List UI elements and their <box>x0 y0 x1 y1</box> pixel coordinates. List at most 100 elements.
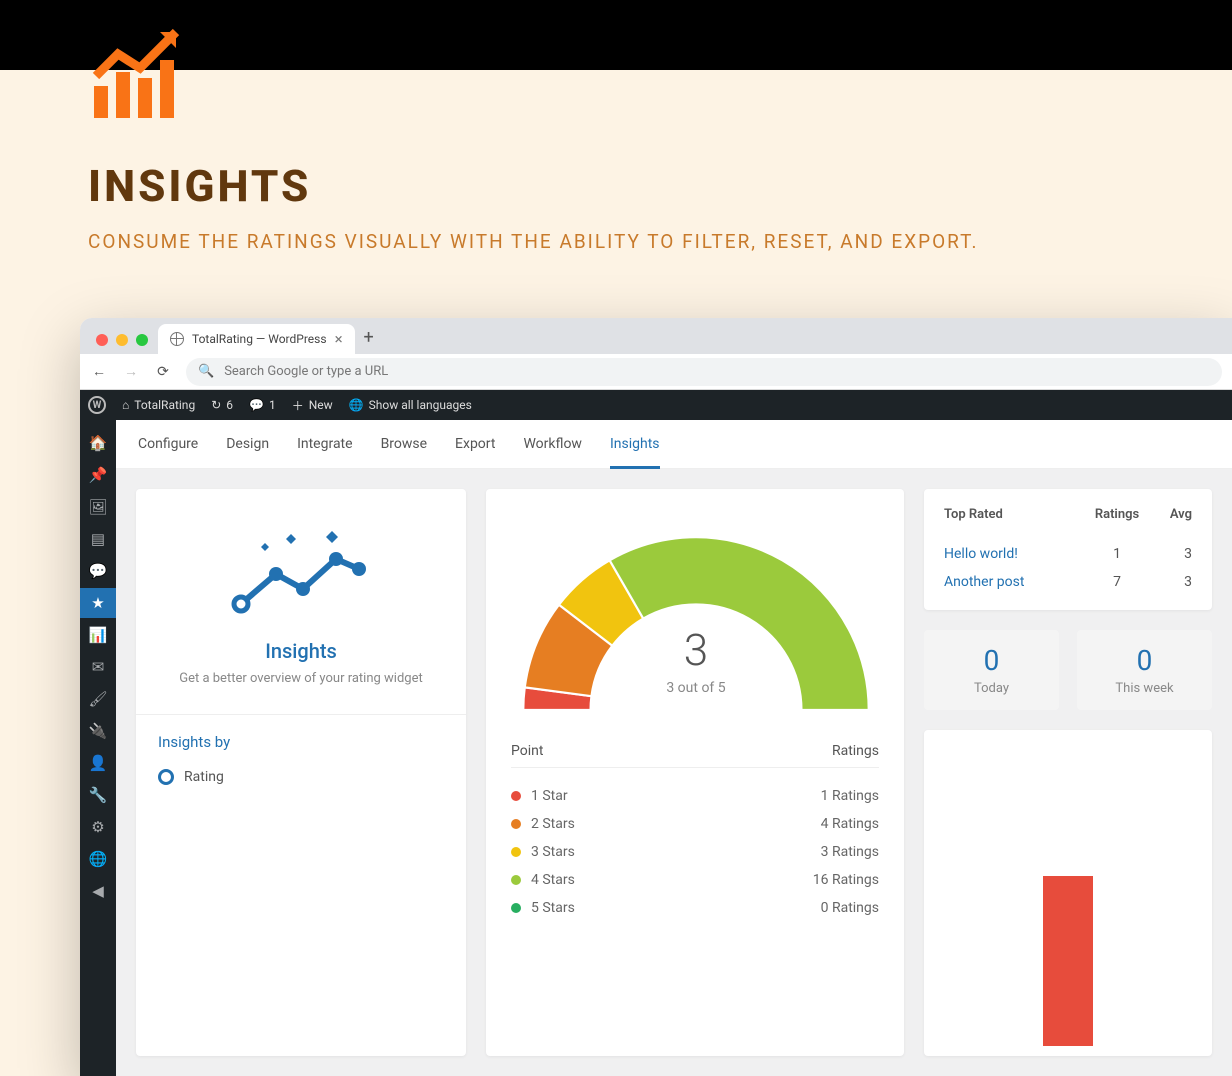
address-bar-placeholder: Search Google or type a URL <box>224 364 388 379</box>
star-row: 2 Stars 4 Ratings <box>511 810 879 838</box>
tab-design[interactable]: Design <box>226 436 269 468</box>
close-tab-icon[interactable]: × <box>335 330 343 348</box>
insights-by-rating-radio[interactable]: Rating <box>158 769 444 785</box>
stat-value: 0 <box>1085 644 1204 677</box>
insights-logo-icon <box>88 28 194 122</box>
top-rated-ratings: 1 <box>1082 546 1152 562</box>
promo-subtitle: CONSUME THE RATINGS VISUALLY WITH THE AB… <box>88 230 978 253</box>
top-rated-post-link[interactable]: Another post <box>944 574 1082 590</box>
close-window-icon[interactable] <box>96 334 108 346</box>
insights-hero-icon <box>231 529 371 619</box>
insights-dashboard: Insights Get a better overview of your r… <box>116 469 1232 1076</box>
sidebar-item-mail[interactable]: ✉ <box>80 652 116 682</box>
stat-value: 0 <box>932 644 1051 677</box>
star-color-dot <box>511 791 521 801</box>
insights-by-label: Insights by <box>158 733 444 751</box>
wp-logo-icon[interactable]: W <box>88 396 106 414</box>
star-row: 3 Stars3 Ratings <box>511 838 879 866</box>
insights-card-title: Insights <box>156 639 446 663</box>
stats-row: 0Today0This week <box>924 630 1212 710</box>
sidebar-item-wpml[interactable]: 🌐 <box>80 844 116 874</box>
top-rated-avg: 3 <box>1152 574 1192 590</box>
sidebar-item-plugins[interactable]: 🔌 <box>80 716 116 746</box>
star-label: 5 Stars <box>531 900 575 916</box>
sidebar-item-tools[interactable]: 🔧 <box>80 780 116 810</box>
wp-languages-link[interactable]: 🌐 Show all languages <box>349 398 472 412</box>
address-bar[interactable]: 🔍 Search Google or type a URL <box>186 358 1222 386</box>
back-button[interactable]: ← <box>90 363 108 380</box>
tab-integrate[interactable]: Integrate <box>297 436 353 468</box>
reload-button[interactable]: ⟳ <box>154 364 172 380</box>
window-controls <box>92 334 158 354</box>
star-color-dot <box>511 847 521 857</box>
browser-tabstrip: TotalRating — WordPress × + <box>80 318 1232 354</box>
wp-new-link[interactable]: ＋ New <box>292 397 333 414</box>
stat-label: Today <box>932 681 1051 696</box>
sidebar-item-appearance[interactable]: 🖌 <box>80 684 116 714</box>
forward-button[interactable]: → <box>122 363 140 380</box>
sidebar-item-comments[interactable]: 💬 <box>80 556 116 586</box>
gauge-subtext: 3 out of 5 <box>511 680 881 696</box>
wp-languages-label: Show all languages <box>369 398 472 412</box>
wp-updates-count: 6 <box>226 398 233 412</box>
wp-site-link[interactable]: ⌂ TotalRating <box>122 398 195 412</box>
star-row: 5 Stars 0 Ratings <box>511 894 879 922</box>
translate-icon: 🌐 <box>349 398 364 412</box>
plus-icon: ＋ <box>292 397 304 414</box>
sidebar-item-media[interactable]: 🖼 <box>80 492 116 522</box>
sidebar-item-analytics[interactable]: 📊 <box>80 620 116 650</box>
insights-card-subtitle: Get a better overview of your rating wid… <box>156 671 446 686</box>
star-ratings-count: 3 Ratings <box>821 844 879 860</box>
comment-icon: 💬 <box>249 398 264 412</box>
tab-browse[interactable]: Browse <box>381 436 427 468</box>
new-tab-button[interactable]: + <box>355 327 383 354</box>
sidebar-item-pages[interactable]: ▤ <box>80 524 116 554</box>
tab-configure[interactable]: Configure <box>138 436 198 468</box>
browser-toolbar: ← → ⟳ 🔍 Search Google or type a URL <box>80 354 1232 390</box>
refresh-icon: ↻ <box>211 398 221 412</box>
top-rated-ratings: 7 <box>1082 574 1152 590</box>
star-label: 1 Star <box>531 788 568 804</box>
ratings-column-header: Ratings <box>832 743 879 759</box>
wp-new-label: New <box>309 398 333 412</box>
radio-icon <box>158 769 174 785</box>
tab-export[interactable]: Export <box>455 436 495 468</box>
tab-insights[interactable]: Insights <box>610 436 660 469</box>
wp-sidebar: 🏠 📌 🖼 ▤ 💬 ★ 📊 ✉ 🖌 🔌 👤 🔧 ⚙ 🌐 ◀ <box>80 420 116 1076</box>
wp-comments-link[interactable]: 💬 1 <box>249 398 276 412</box>
browser-tab[interactable]: TotalRating — WordPress × <box>158 324 355 354</box>
globe-icon <box>170 332 184 346</box>
gauge-value: 3 <box>511 624 881 676</box>
sidebar-item-dashboard[interactable]: 🏠 <box>80 428 116 458</box>
sidebar-item-settings[interactable]: ⚙ <box>80 812 116 842</box>
star-ratings-count: 0 Ratings <box>821 900 879 916</box>
period-bar-chart <box>924 730 1212 1056</box>
point-column-header: Point <box>511 743 543 759</box>
sidebar-item-totalrating[interactable]: ★ <box>80 588 116 618</box>
star-color-dot <box>511 903 521 913</box>
browser-window: TotalRating — WordPress × + ← → ⟳ 🔍 Sear… <box>80 318 1232 1076</box>
top-rated-card: Top Rated Ratings Avg Hello world!13Anot… <box>924 489 1212 610</box>
wp-site-name: TotalRating <box>134 398 195 412</box>
star-row: 4 Stars16 Ratings <box>511 866 879 894</box>
star-color-dot <box>511 819 521 829</box>
star-label: 2 Stars <box>531 816 575 832</box>
maximize-window-icon[interactable] <box>136 334 148 346</box>
plugin-tabs: Configure Design Integrate Browse Export Work… <box>116 420 1232 469</box>
home-icon: ⌂ <box>122 398 129 412</box>
sidebar-item-posts[interactable]: 📌 <box>80 460 116 490</box>
star-row: 1 Star 1 Ratings <box>511 782 879 810</box>
search-icon: 🔍 <box>198 364 214 379</box>
promo-title: INSIGHTS <box>88 160 311 212</box>
top-rated-header-name: Top Rated <box>944 507 1082 522</box>
gauge-chart: 3 3 out of 5 <box>511 519 881 719</box>
star-ratings-count: 4 Ratings <box>821 816 879 832</box>
top-rated-row: Another post73 <box>924 568 1212 596</box>
sidebar-item-users[interactable]: 👤 <box>80 748 116 778</box>
tab-workflow[interactable]: Workflow <box>523 436 582 468</box>
star-ratings-count: 1 Ratings <box>821 788 879 804</box>
minimize-window-icon[interactable] <box>116 334 128 346</box>
sidebar-item-collapse[interactable]: ◀ <box>80 876 116 906</box>
wp-updates-link[interactable]: ↻ 6 <box>211 398 233 412</box>
top-rated-post-link[interactable]: Hello world! <box>944 546 1082 562</box>
